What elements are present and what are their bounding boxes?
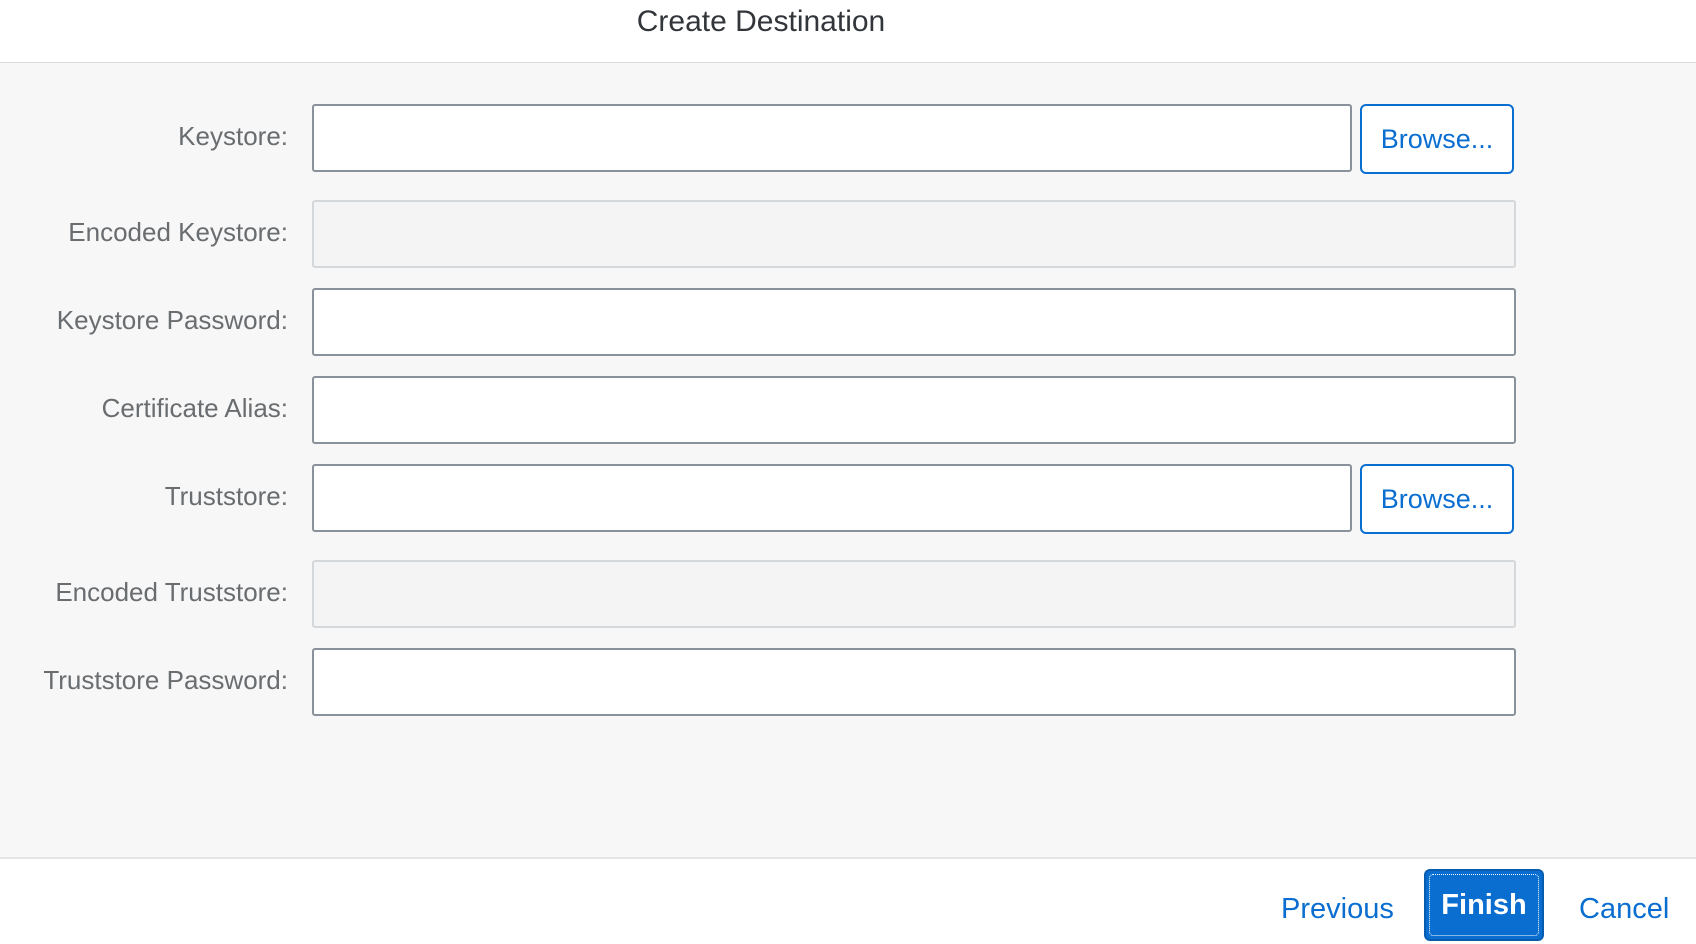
encoded-keystore-label: Encoded Keystore: bbox=[68, 217, 288, 247]
dialog-header: Create Destination bbox=[0, 0, 1696, 63]
truststore-browse-button[interactable]: Browse... bbox=[1360, 464, 1514, 534]
truststore-label: Truststore: bbox=[164, 481, 288, 511]
truststore-input[interactable] bbox=[312, 464, 1352, 532]
keystore-input[interactable] bbox=[312, 104, 1352, 172]
dialog-footer: Previous Finish Cancel bbox=[0, 857, 1696, 944]
truststore-password-label: Truststore Password: bbox=[43, 665, 288, 695]
dialog-title: Create Destination bbox=[636, 5, 886, 38]
certificate-alias-input[interactable] bbox=[312, 376, 1516, 444]
finish-button-label: Finish bbox=[1441, 889, 1527, 921]
encoded-keystore-field bbox=[312, 200, 1516, 268]
encoded-truststore-field bbox=[312, 560, 1516, 628]
cancel-button[interactable]: Cancel bbox=[1579, 887, 1669, 931]
certificate-alias-label: Certificate Alias: bbox=[101, 393, 288, 423]
encoded-truststore-label: Encoded Truststore: bbox=[55, 577, 288, 607]
previous-button[interactable]: Previous bbox=[1281, 887, 1394, 931]
create-destination-dialog: Create Destination Keystore: Browse... E… bbox=[0, 0, 1696, 944]
keystore-browse-button[interactable]: Browse... bbox=[1360, 104, 1514, 174]
keystore-label: Keystore: bbox=[178, 121, 288, 151]
truststore-password-input[interactable] bbox=[312, 648, 1516, 716]
keystore-password-input[interactable] bbox=[312, 288, 1516, 356]
dialog-content: Keystore: Browse... Encoded Keystore: Ke… bbox=[0, 63, 1696, 857]
finish-button[interactable]: Finish bbox=[1424, 869, 1544, 941]
keystore-password-label: Keystore Password: bbox=[56, 305, 288, 335]
